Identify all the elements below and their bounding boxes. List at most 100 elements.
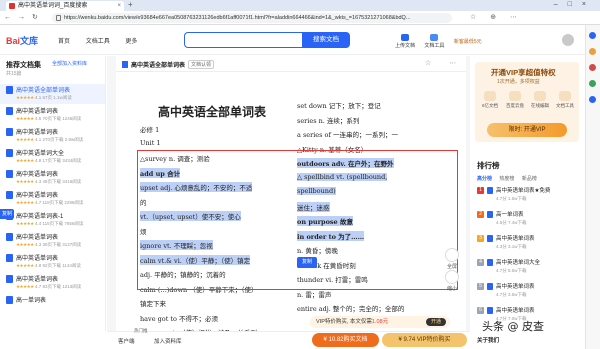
sidebar-item[interactable]: 高中英语单词表 ★★★★★ 4.3 48页下载 3416阅读: [0, 168, 105, 188]
rank-title: 高中英语单词表: [496, 308, 535, 314]
ranking-item[interactable]: 3 高中英语单词表 4.3分 3.1w下载: [477, 234, 582, 256]
ranking-item[interactable]: 5 高中英语单词表 4.7分 3.5w下载: [477, 282, 582, 304]
doc-icon: [6, 296, 13, 304]
sidebar-item-meta: ★★★★★ 4.7 83页下载 1213阅读: [16, 284, 82, 289]
new-tab-button[interactable]: +: [128, 0, 133, 10]
sidebar-item-meta: ★★★★★ 4.8 92页下载 1144阅读: [16, 263, 81, 268]
vip-buy-button[interactable]: ¥ 9.74 VIP特价购买: [382, 333, 467, 347]
close-tab-icon[interactable]: ×: [117, 1, 121, 11]
ranking-title: 排行榜: [477, 161, 500, 170]
rank-title: 高中英语单词表: [496, 236, 535, 242]
vip-open-button[interactable]: 开通: [425, 318, 446, 326]
rank-number: 3: [477, 235, 484, 242]
rank-meta: 4.7分 5.5w下载: [496, 268, 527, 273]
doc-icon: [6, 170, 13, 178]
sidebar-item[interactable]: 高中英语单词表 ★★★★★ 4.8 92页下载 1144阅读: [0, 252, 105, 272]
sidebar-item-meta: ★★★★★ 4.3 48页下载 3416阅读: [16, 179, 82, 184]
rank-number: 6: [477, 307, 484, 314]
copy-selection-button[interactable]: 复制: [297, 257, 317, 268]
baidu-wenku-logo[interactable]: Bai文库: [6, 34, 44, 46]
claim-badge[interactable]: 文档认领: [188, 60, 215, 69]
doc-line: n. 雷；雷声: [297, 290, 332, 299]
tab-high-score[interactable]: 高分榜: [477, 176, 492, 182]
sidebar-item[interactable]: 高中英语单词表 ★★★★★ 4.3 39页下载 3137阅读: [0, 231, 105, 251]
url-field[interactable]: https://wenku.baidu.com/view/e93684e667e…: [52, 13, 452, 23]
sidebar-item[interactable]: 高一单词表: [0, 294, 105, 314]
ranking-item[interactable]: 2 高一单词表 4.5分 7.4w下载: [477, 210, 582, 232]
doc-icon: [6, 128, 13, 136]
ranking-tabs: 高分榜 热度榜 新品榜: [477, 175, 543, 182]
browser-toolbar-icons[interactable]: ☆ ⊕ ⋯: [470, 13, 523, 21]
outlook-icon[interactable]: [589, 96, 596, 103]
docs-icon: [484, 91, 496, 101]
doc-icon: [6, 107, 13, 115]
shopping-icon[interactable]: [589, 64, 596, 71]
buy-document-button[interactable]: ¥ 10.82购买文档: [312, 333, 379, 347]
sidebar-item-title: 高中英语单词表: [16, 277, 59, 283]
sidebar-item[interactable]: 高中英语单词表 ★★★★★ 4.7 119页下载 2296阅读: [0, 189, 105, 209]
upload-button[interactable]: 上传文档: [395, 34, 415, 49]
sidebar-item-title: 高中英语单词表: [16, 130, 59, 136]
copy-tag[interactable]: 复制: [0, 209, 14, 219]
vip-title: 开通VIP享超值特权: [491, 68, 556, 77]
doc-line: have got to 不得不；必须: [140, 314, 218, 323]
search-button[interactable]: 搜索文档: [302, 32, 350, 48]
sidebar-item[interactable]: 高中英语单词表-1 ★★★★★ 4.4 115页下载 7856阅读: [0, 210, 105, 230]
tools-icon: [430, 34, 439, 41]
add-all-button[interactable]: 全部加入资料库: [52, 60, 87, 67]
baidu-favicon-icon: [9, 3, 15, 9]
search-input[interactable]: [184, 32, 302, 48]
edit-icon: [534, 91, 546, 101]
search-icon[interactable]: [589, 32, 596, 39]
doc-icon: [6, 233, 13, 241]
avatar[interactable]: [562, 34, 574, 46]
about-us-link[interactable]: 关于我们: [477, 336, 499, 344]
tools-icon[interactable]: [589, 80, 596, 87]
sidebar-item[interactable]: 高中英语单词表 ★★★★★ 4.7 83页下载 1213阅读: [0, 273, 105, 293]
sidebar-item-meta: ★★★★★ 4.1 67页 1.1w阅读: [16, 95, 72, 100]
doc-line: 镇定下来: [140, 300, 166, 308]
client-download-button[interactable]: 客户端: [118, 337, 135, 345]
sidebar-item-title: 高中英语单词表: [16, 172, 59, 178]
tab-new[interactable]: 新品榜: [522, 176, 537, 182]
doc-toolbar-icons[interactable]: ☆ ⋯: [425, 59, 464, 67]
sidebar-item[interactable]: 高中英语全部单词表 ★★★★★ 4.1 67页 1.1w阅读: [0, 84, 105, 104]
fullscreen-button[interactable]: 全屏: [445, 248, 459, 270]
doc-tools-button[interactable]: 文档工具: [424, 34, 444, 49]
nav-buttons[interactable]: ←→↻: [4, 13, 45, 21]
doc-icon: [487, 235, 493, 242]
doc-icon: [122, 61, 128, 68]
cloud-icon: [509, 91, 521, 101]
sidebar-item[interactable]: 高中英语单词大全 ★★★★★ 4.8 17页下载 3434阅读: [0, 147, 105, 167]
vip-price-bar: VIP特价购买, 本文仅需1.08元 开通: [310, 316, 450, 328]
sidebar-item[interactable]: 高中英语单词表 ★★★★★ 4.5 70页下载 1246阅读: [0, 105, 105, 125]
sidebar-item-title: 高中英语单词表: [16, 256, 59, 262]
doc-icon: [487, 283, 493, 290]
doc-line: entire adj. 整个的；完全的；全部的: [297, 305, 405, 313]
add-to-library-button[interactable]: 加入资料库: [154, 337, 182, 345]
collections-icon[interactable]: [589, 48, 596, 55]
vip-feature-cloud: 百度云盘: [503, 91, 527, 109]
nav-tools[interactable]: 文档工具: [86, 39, 110, 45]
tools-icon: [559, 91, 571, 101]
doc-icon: [6, 275, 13, 283]
nav-home[interactable]: 首页: [58, 39, 70, 45]
nav-more[interactable]: 更多: [125, 39, 137, 45]
vip-promo-badge[interactable]: 新客最低5元: [454, 38, 482, 45]
window-controls[interactable]: –□×: [554, 0, 596, 10]
doc-icon: [6, 191, 13, 199]
shrink-button[interactable]: 缩小: [445, 270, 459, 292]
vip-cta-button[interactable]: 限时: 开通VIP: [487, 123, 567, 137]
browser-side-strip: [585, 25, 600, 349]
sidebar-item-title: 高中英语单词表: [16, 235, 59, 241]
tab-hot[interactable]: 热度榜: [499, 176, 514, 182]
vip-subtitle: 1次开通，多项权益: [497, 79, 540, 85]
ranking-item[interactable]: 1 高中英语单词表★免费 4.7分 1.5w下载: [477, 186, 582, 208]
header-actions: 上传文档 文档工具 新客最低5元: [395, 34, 482, 49]
browser-tab[interactable]: 高中英语单词词_百度搜索 ×: [6, 1, 124, 11]
sidebar-item-title: 高中英语单词大全: [16, 151, 65, 157]
sidebar-item[interactable]: 高中英语单词表 ★★★★★ 4.1 270页下载 2.9w阅读: [0, 126, 105, 146]
vip-bar-text: VIP特价购买, 本文仅需: [316, 319, 372, 325]
ranking-item[interactable]: 4 高中英语单词大全 4.7分 5.5w下载: [477, 258, 582, 280]
sidebar-item-meta: ★★★★★ 4.7 119页下载 2296阅读: [16, 200, 84, 205]
